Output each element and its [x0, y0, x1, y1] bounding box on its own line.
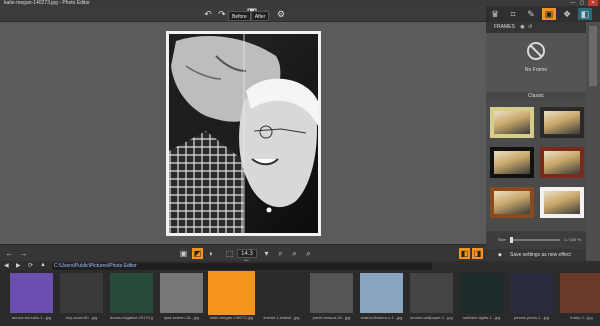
filmstrip-thumb[interactable]	[60, 273, 103, 313]
path-input[interactable]: C:\Users\Public\Pictures\Photo Editor	[52, 263, 432, 270]
frame-white[interactable]	[540, 187, 584, 218]
before-button[interactable]: Before	[228, 11, 251, 21]
filmstrip-thumb-label: dunes-negative-20170.jpg	[110, 315, 153, 320]
filmstrip-thumb-label: smoke-wallpaper-1...jpg	[410, 315, 453, 320]
no-frame-option[interactable]: No Frame	[486, 33, 586, 92]
frame-ornate-wood[interactable]	[490, 187, 534, 218]
save-settings-label: Save settings as new effect	[510, 252, 571, 258]
frames-header: FRAMES ◉ ↺	[486, 22, 586, 33]
zoom-actual-icon[interactable]: ⌕	[303, 248, 314, 259]
filmstrip-thumb[interactable]	[410, 273, 453, 313]
frame-black-white[interactable]	[490, 147, 534, 178]
tab-frames[interactable]: ▣	[542, 8, 556, 20]
frame-icon[interactable]: ▣	[178, 248, 189, 259]
panel-tabs: ♛ ⌗ ✎ ▣ ❖ ◧	[486, 6, 600, 22]
filmstrip-thumb-label: boy-snow-80...jpg	[65, 315, 98, 320]
filmstrip-thumb-label: trump-1...jpg	[570, 315, 593, 320]
visibility-icon[interactable]: ◉	[520, 24, 524, 30]
filmstrip-thumb-label: krmwh-1-ballad...jpg	[263, 315, 300, 320]
filmstrip-thumb[interactable]	[10, 273, 53, 313]
filmstrip-thumb[interactable]	[208, 271, 255, 315]
zoom-field[interactable]: 14.3 %	[237, 249, 257, 266]
filmstrip-thumb-label: ipad-screen-18...jpg	[163, 315, 200, 320]
no-frame-icon	[527, 42, 545, 60]
undo-icon[interactable]: ↶	[202, 8, 214, 20]
filmstrip-thumb[interactable]	[310, 273, 353, 313]
filmstrip-thumb-label: pavel-beraud-18...jpg	[312, 315, 351, 320]
reset-icon[interactable]: ↺	[528, 24, 532, 30]
frames-title: FRAMES	[494, 24, 515, 30]
size-value: 1 / 100 %	[564, 237, 581, 242]
filmstrip-thumb[interactable]	[110, 273, 153, 313]
filmstrip-toggle-icon[interactable]: ◨	[472, 248, 483, 259]
size-slider[interactable]	[510, 237, 560, 243]
compare-icon[interactable]: ◐	[206, 248, 217, 259]
filmstrip-thumb[interactable]	[360, 273, 403, 313]
refresh-icon[interactable]: ⟳	[28, 262, 36, 270]
filmstrip: aurora-borealis-1...jpg boy-snow-80...jpg…	[0, 271, 600, 326]
redo-icon[interactable]: ↷	[216, 8, 228, 20]
tab-retouch[interactable]: ✎	[524, 8, 538, 20]
next-image-button[interactable]: →	[18, 248, 29, 259]
filmstrip-thumb-label: katie-megan-140273.jpg	[210, 315, 253, 320]
frame-light-wood[interactable]	[490, 107, 534, 138]
no-frame-label: No Frame	[524, 67, 548, 73]
filmstrip-thumb-label: sharon-flowers-c-1...jpg	[360, 315, 403, 320]
filmstrip-thumb-label: aurora-borealis-1...jpg	[11, 315, 52, 320]
fit-icon[interactable]: ⬚	[224, 248, 235, 259]
tab-user[interactable]: ◧	[578, 8, 592, 20]
before-after-toggle[interactable]: Before After	[228, 11, 270, 21]
filmstrip-thumb[interactable]	[460, 273, 503, 313]
panel-scrollbar[interactable]	[586, 22, 600, 261]
portrait-image	[166, 31, 321, 236]
back-icon[interactable]: ◀	[4, 262, 12, 270]
zoom-out-icon[interactable]: ⌕	[289, 248, 300, 259]
after-button[interactable]: After	[250, 11, 270, 21]
crop-icon[interactable]: ◩	[192, 248, 203, 259]
zoom-in-icon[interactable]: ⌕	[275, 248, 286, 259]
classic-category[interactable]: Classic	[486, 92, 586, 101]
size-row: Size 1 / 100 %	[486, 235, 586, 245]
size-slider-handle[interactable]	[510, 237, 513, 243]
classic-label: Classic	[527, 93, 545, 99]
photo-preview[interactable]	[166, 31, 321, 236]
panel-toggle-icon[interactable]: ◧	[459, 248, 470, 259]
folder-up-icon[interactable]: ▲	[40, 262, 48, 270]
frame-dark-gray[interactable]	[540, 107, 584, 138]
path-bar: ◀ ▶ ⟳ ▲ C:\Users\Public\Pictures\Photo E…	[0, 261, 600, 271]
forward-icon[interactable]: ▶	[16, 262, 24, 270]
filmstrip-thumb-label: pexels-photo-1...jpg	[513, 315, 550, 320]
filmstrip-thumb[interactable]	[560, 273, 600, 313]
size-label: Size	[498, 237, 506, 242]
frame-red-wood[interactable]	[540, 147, 584, 178]
effects-gear-icon[interactable]: ⚙	[275, 8, 287, 20]
save-effect-icon: ◆	[498, 252, 502, 258]
filmstrip-thumb[interactable]	[510, 273, 553, 313]
effects-panel: ♛ ⌗ ✎ ▣ ❖ ◧ FRAMES ◉ ↺ No Frame Classic …	[486, 6, 600, 261]
filmstrip-thumb[interactable]	[160, 273, 203, 313]
tab-crop[interactable]: ⌗	[506, 8, 520, 20]
tab-effects[interactable]: ❖	[560, 8, 574, 20]
scrollbar-thumb[interactable]	[589, 26, 597, 86]
prev-image-button[interactable]: ←	[4, 248, 15, 259]
save-settings-button[interactable]: ◆ Save settings as new effect	[486, 249, 600, 261]
frames-grid	[486, 101, 586, 231]
tab-presets[interactable]: ♛	[488, 8, 502, 20]
filmstrip-thumb-label: northern-lights-1...jpg	[462, 315, 501, 320]
zoom-dropdown-icon[interactable]: ▾	[261, 248, 272, 259]
bottom-toolbar: ← → ▣ ◩ ◐ ⬚ 14.3 % ▾ ⌕ ⌕ ⌕ ◧ ◨	[0, 244, 486, 266]
filmstrip-thumb[interactable]	[260, 273, 303, 313]
